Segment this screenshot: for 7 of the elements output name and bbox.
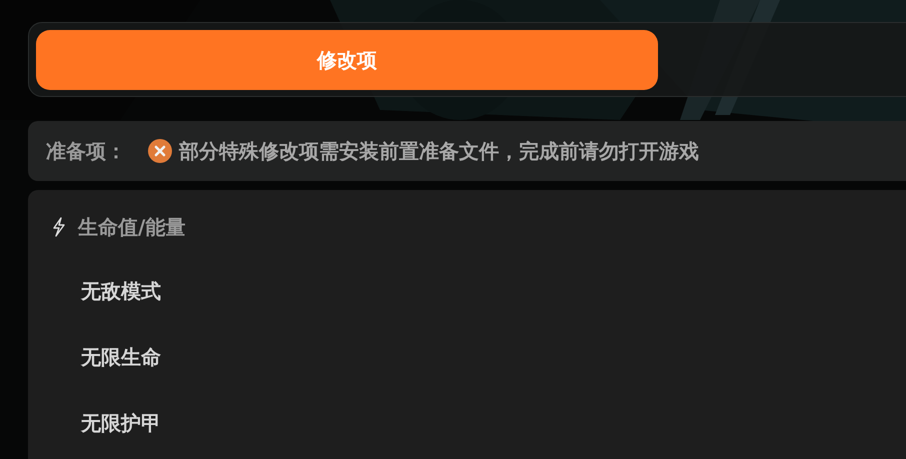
cheat-option[interactable]: 无敌模式: [81, 276, 906, 306]
cheat-option[interactable]: 无限护甲: [81, 408, 906, 438]
lightning-icon: [52, 217, 66, 237]
section-title: 生命值/能量: [78, 214, 186, 241]
prerequisite-label: 准备项：: [46, 138, 126, 165]
prerequisite-message: 部分特殊修改项需安装前置准备文件，完成前请勿打开游戏: [179, 138, 699, 165]
cheat-option[interactable]: 无限生命: [81, 342, 906, 372]
